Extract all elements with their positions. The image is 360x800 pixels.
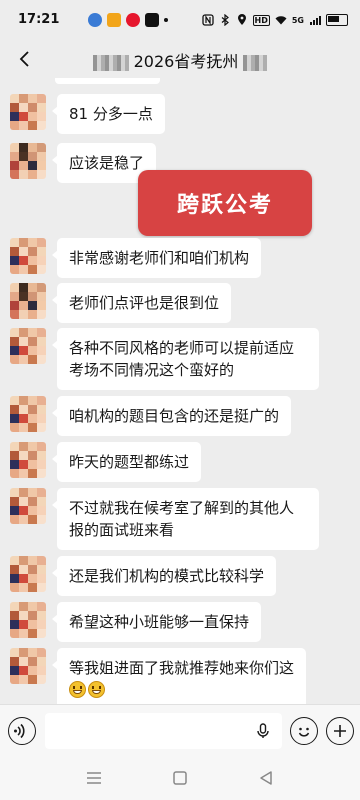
avatar[interactable] xyxy=(10,238,46,274)
home-icon[interactable] xyxy=(170,768,190,788)
redacted-block xyxy=(92,54,129,71)
nfc-icon xyxy=(201,14,214,26)
avatar[interactable] xyxy=(10,283,46,319)
input-bar xyxy=(0,704,360,757)
previous-bubble-edge xyxy=(55,78,160,84)
message-row: 各种不同风格的老师可以提前适应考场不同情况这个蛮好的 xyxy=(10,328,319,390)
back-icon[interactable] xyxy=(256,768,276,788)
avatar[interactable] xyxy=(10,648,46,684)
signal-icon xyxy=(310,16,321,25)
avatar[interactable] xyxy=(10,602,46,638)
message-input[interactable] xyxy=(45,713,282,749)
emoji-button[interactable] xyxy=(290,717,318,745)
chat-title-text: 2026省考抚州 xyxy=(133,52,239,71)
message-row: 等我姐进面了我就推荐她来你们这 xyxy=(10,648,307,704)
message-bubble[interactable]: 81 分多一点 xyxy=(52,94,165,134)
chat-title: 2026省考抚州 xyxy=(0,48,360,72)
avatar[interactable] xyxy=(10,396,46,432)
baidu-netdisk-icon xyxy=(88,13,102,27)
avatar[interactable] xyxy=(10,442,46,478)
message-row: 还是我们机构的模式比较科学 xyxy=(10,556,277,596)
location-icon xyxy=(237,14,246,25)
message-bubble[interactable]: 昨天的题型都练过 xyxy=(51,442,202,482)
message-bubble[interactable]: 非常感谢老师们和咱们机构 xyxy=(51,238,262,278)
message-bubble[interactable]: 老师们点评也是很到位 xyxy=(51,283,232,323)
message-bubble[interactable]: 等我姐进面了我就推荐她来你们这 xyxy=(51,648,307,704)
status-bar: 17:21 HD 5G xyxy=(0,0,360,40)
chat-messages[interactable]: 81 分多一点 应该是稳了 跨跃公考 非常感谢老师们和咱们机构 老师们点评也是很… xyxy=(0,78,360,704)
message-bubble[interactable]: 咱机构的题目包含的还是挺广的 xyxy=(51,396,292,436)
message-row: 咱机构的题目包含的还是挺广的 xyxy=(10,396,292,436)
smiley-icon xyxy=(298,727,310,737)
message-row: 昨天的题型都练过 xyxy=(10,442,202,482)
notification-icons xyxy=(88,11,168,29)
plus-icon xyxy=(334,725,346,737)
redacted-block xyxy=(243,54,268,71)
microphone-icon[interactable] xyxy=(254,722,272,740)
message-bubble[interactable]: 不过就我在候考室了解到的其他人报的面试班来看 xyxy=(52,488,319,550)
avatar[interactable] xyxy=(10,488,46,524)
weibo-icon xyxy=(126,13,140,27)
voice-icon xyxy=(14,723,25,739)
avatar[interactable] xyxy=(10,328,46,364)
chat-header: 2026省考抚州 xyxy=(0,40,360,78)
app-icon xyxy=(107,13,121,27)
avatar[interactable] xyxy=(10,143,46,179)
message-row: 81 分多一点 xyxy=(10,94,165,134)
watermark-logo: 跨跃公考 xyxy=(138,170,312,236)
avatar[interactable] xyxy=(10,94,46,130)
message-bubble[interactable]: 各种不同风格的老师可以提前适应考场不同情况这个蛮好的 xyxy=(52,328,319,390)
wifi-icon xyxy=(275,16,287,25)
message-text: 等我姐进面了我就推荐她来你们这 xyxy=(69,659,295,677)
network-type: 5G xyxy=(291,15,304,25)
avatar[interactable] xyxy=(10,556,46,592)
message-row: 老师们点评也是很到位 xyxy=(10,283,232,323)
message-row: 非常感谢老师们和咱们机构 xyxy=(10,238,262,278)
more-actions-button[interactable] xyxy=(326,717,354,745)
tiktok-icon xyxy=(145,13,159,27)
system-navigation-bar xyxy=(0,756,360,800)
system-status-icons: HD 5G xyxy=(201,11,348,29)
hd-badge: HD xyxy=(252,14,270,26)
battery-icon xyxy=(326,14,348,26)
message-row: 希望这种小班能够一直保持 xyxy=(10,602,262,642)
message-row: 应该是稳了 xyxy=(10,143,157,183)
grinning-face-icon xyxy=(69,681,86,698)
dot-icon xyxy=(164,18,168,22)
message-bubble[interactable]: 还是我们机构的模式比较科学 xyxy=(51,556,277,596)
message-bubble[interactable]: 希望这种小班能够一直保持 xyxy=(51,602,262,642)
message-row: 不过就我在候考室了解到的其他人报的面试班来看 xyxy=(10,488,319,550)
status-time: 17:21 xyxy=(18,12,60,27)
voice-toggle-button[interactable] xyxy=(8,717,36,745)
menu-icon[interactable] xyxy=(84,768,104,788)
grinning-face-icon xyxy=(88,681,105,698)
bluetooth-icon xyxy=(221,14,229,26)
